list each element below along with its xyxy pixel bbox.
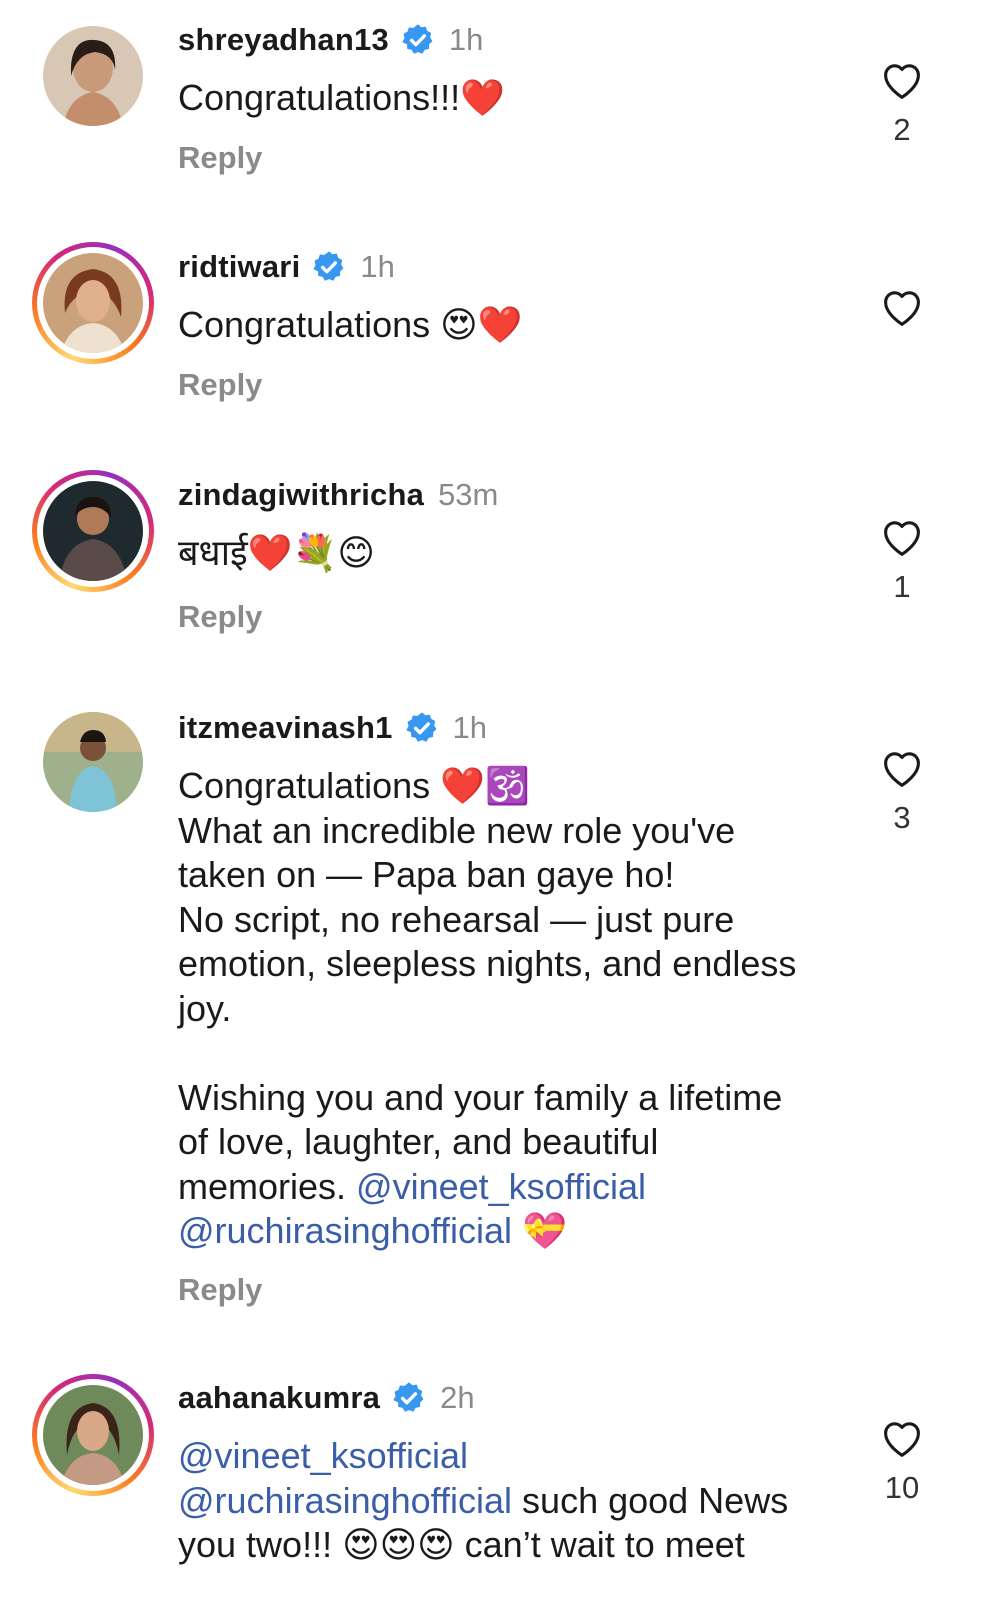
like-column: 3 bbox=[872, 748, 932, 836]
reply-button[interactable]: Reply bbox=[178, 599, 262, 635]
comment-line: memories. @vineet_ksofficial bbox=[178, 1165, 838, 1210]
comment-line: Congratulations ❤️🕉️ bbox=[178, 765, 530, 806]
avatar[interactable] bbox=[32, 1374, 154, 1496]
comment-item: ridtiwari 1h Congratulations 😍❤️ Reply bbox=[0, 225, 998, 455]
comment-line: Wishing you and your family a lifetime bbox=[178, 1076, 783, 1118]
comment-username[interactable]: itzmeavinash1 bbox=[178, 710, 393, 746]
comment-text: Congratulations ❤️🕉️ What an incredible … bbox=[178, 764, 838, 1254]
comment-time: 1h bbox=[452, 710, 488, 745]
comment-line-text: memories. bbox=[178, 1165, 357, 1207]
comment-text: @vineet_ksofficial @ruchirasinghofficial… bbox=[178, 1434, 838, 1568]
comment-line-blank bbox=[178, 1031, 838, 1076]
like-count: 2 bbox=[893, 112, 911, 147]
comment-line: Congratulations 😍❤️ bbox=[178, 304, 523, 345]
like-count: 3 bbox=[893, 800, 911, 835]
heart-outline-icon[interactable] bbox=[872, 1418, 932, 1458]
comment-line: What an incredible new role you've bbox=[178, 809, 736, 851]
reply-button[interactable]: Reply bbox=[178, 140, 262, 176]
mention-link[interactable]: @vineet_ksofficial bbox=[178, 1435, 468, 1476]
comment-line: joy. bbox=[178, 987, 232, 1029]
heart-outline-icon[interactable] bbox=[872, 748, 932, 788]
like-column: 1 bbox=[872, 517, 932, 605]
comment-text: Congratulations 😍❤️ bbox=[178, 303, 838, 348]
comment-line: @ruchirasinghofficial 💝 bbox=[178, 1209, 838, 1254]
like-column bbox=[872, 287, 932, 339]
verified-badge-icon bbox=[312, 250, 346, 284]
comment-line: No script, no rehearsal — just pure bbox=[178, 898, 735, 940]
comment-line: @vineet_ksofficial bbox=[178, 1434, 838, 1479]
comment-item: zindagiwithricha 53m बधाई❤️💐😊 Reply 1 bbox=[0, 455, 998, 690]
comment-line-text: such good News bbox=[512, 1479, 789, 1521]
comment-time: 1h bbox=[448, 22, 484, 57]
heart-outline-icon[interactable] bbox=[872, 60, 932, 100]
avatar[interactable] bbox=[32, 242, 154, 364]
comment-username[interactable]: aahanakumra bbox=[178, 1380, 380, 1416]
heart-outline-icon[interactable] bbox=[872, 517, 932, 557]
comment-item: aahanakumra 2h @vineet_ksofficial @ruchi… bbox=[0, 1360, 998, 1600]
like-column: 2 bbox=[872, 60, 932, 148]
reply-button[interactable]: Reply bbox=[178, 1272, 262, 1308]
comment-line: बधाई❤️💐😊 bbox=[178, 532, 375, 573]
comment-time: 53m bbox=[438, 477, 499, 512]
avatar[interactable] bbox=[43, 26, 143, 126]
comment-username[interactable]: zindagiwithricha bbox=[178, 477, 424, 513]
comment-line: emotion, sleepless nights, and endless bbox=[178, 943, 797, 984]
comment-line: @ruchirasinghofficial such good News bbox=[178, 1479, 838, 1524]
mention-link[interactable]: @vineet_ksofficial bbox=[356, 1166, 646, 1207]
comment-time: 2h bbox=[440, 1380, 475, 1415]
avatar[interactable] bbox=[32, 470, 154, 592]
comment-line: you two!!! 😍😍😍 can’t wait to meet bbox=[178, 1524, 745, 1565]
comment-text: Congratulations!!!❤️ bbox=[178, 76, 838, 121]
mention-link[interactable]: @ruchirasinghofficial bbox=[178, 1210, 512, 1251]
comment-line: of love, laughter, and beautiful bbox=[178, 1121, 659, 1162]
verified-badge-icon bbox=[392, 1381, 426, 1415]
verified-badge-icon bbox=[401, 23, 435, 57]
comment-item: shreyadhan13 1h Congratulations!!!❤️ Rep… bbox=[0, 0, 998, 225]
comment-username[interactable]: shreyadhan13 bbox=[178, 22, 389, 58]
verified-badge-icon bbox=[405, 711, 439, 745]
comment-username[interactable]: ridtiwari bbox=[178, 249, 300, 285]
comment-item: itzmeavinash1 1h Congratulations ❤️🕉️ Wh… bbox=[0, 690, 998, 1360]
comment-line: Congratulations!!!❤️ bbox=[178, 77, 505, 118]
comment-time: 1h bbox=[360, 249, 395, 284]
comment-text: बधाई❤️💐😊 bbox=[178, 531, 838, 576]
like-count: 1 bbox=[893, 569, 911, 604]
mention-link[interactable]: @ruchirasinghofficial bbox=[178, 1480, 512, 1521]
comment-line: taken on — Papa ban gaye ho! bbox=[178, 854, 675, 895]
like-column: 10 bbox=[872, 1418, 932, 1506]
heart-outline-icon[interactable] bbox=[872, 287, 932, 327]
avatar[interactable] bbox=[43, 712, 143, 812]
comment-emoji: 💝 bbox=[512, 1210, 567, 1251]
like-count: 10 bbox=[884, 1470, 920, 1505]
reply-button[interactable]: Reply bbox=[178, 367, 262, 403]
